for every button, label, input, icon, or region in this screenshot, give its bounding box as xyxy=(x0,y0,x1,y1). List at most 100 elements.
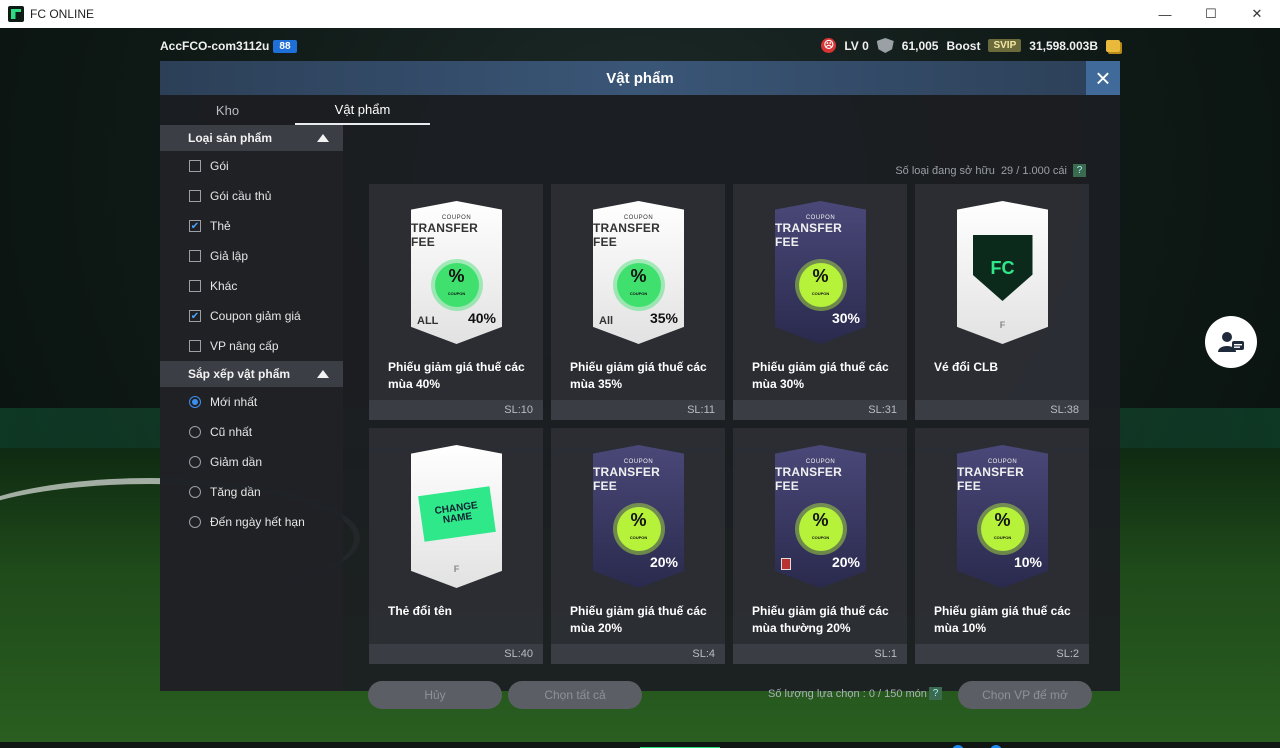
item-card[interactable]: COUPON TRANSFER FEE% COUPON All 35% Phiếu giả… xyxy=(551,184,725,420)
percent-coupon-icon: % COUPON xyxy=(616,507,661,551)
close-window-button[interactable]: ✕ xyxy=(1234,0,1280,28)
filter-option-label: Thẻ xyxy=(210,219,231,233)
bell-icon[interactable]: 🔔6 xyxy=(972,744,1010,748)
select-all-button[interactable]: Chọn tất cả xyxy=(508,681,642,709)
minimize-button[interactable]: — xyxy=(1142,0,1188,28)
radio-icon[interactable] xyxy=(189,426,201,438)
item-card[interactable]: COUPON TRANSFER FEE% COUPON ALL 40% Phiếu giả… xyxy=(369,184,543,420)
product-type-header[interactable]: Loại sản phẩm xyxy=(160,125,343,151)
mood-icon: ☹ xyxy=(821,38,837,53)
checkbox-icon[interactable] xyxy=(189,190,201,202)
maximize-button[interactable]: ☐ xyxy=(1188,0,1234,28)
coupon-title: TRANSFER FEE xyxy=(775,465,842,493)
item-card[interactable]: COUPON TRANSFER FEE% COUPON 20% Phiếu giảm g… xyxy=(551,428,725,664)
coupon-title: TRANSFER FEE xyxy=(411,221,478,249)
filter-option[interactable]: Giả lập xyxy=(160,241,343,271)
profile-icon[interactable]: 👤 xyxy=(1010,744,1048,748)
sort-option[interactable]: Cũ nhất xyxy=(160,417,343,447)
home-icon[interactable]: ⌂2 xyxy=(934,744,972,748)
discount-value: 10% xyxy=(1013,554,1042,570)
sort-option-label: Đến ngày hết hạn xyxy=(210,515,305,529)
discount-value: 20% xyxy=(831,554,860,570)
sort-option-label: Mới nhất xyxy=(210,395,258,409)
club-ticket-image: FC F xyxy=(957,201,1048,344)
item-name: Phiếu giảm giá thuế các mùa 30% xyxy=(752,360,889,391)
game-stage: AccFCO-com3112u 88 ☹ LV 0 61,005 Boost S… xyxy=(0,28,1280,748)
sort-option[interactable]: Giảm dần xyxy=(160,447,343,477)
radio-icon[interactable] xyxy=(189,456,201,468)
sort-option[interactable]: Đến ngày hết hạn xyxy=(160,507,343,537)
radio-icon[interactable] xyxy=(189,486,201,498)
chat-icon[interactable]: 💬 xyxy=(896,744,934,748)
sort-header[interactable]: Sắp xếp vật phẩm xyxy=(160,361,343,387)
item-quantity: SL:1 xyxy=(733,644,907,664)
fc-logo-icon: F xyxy=(999,320,1006,330)
tab-kho[interactable]: Kho xyxy=(160,95,295,125)
filter-option[interactable]: ✔ Coupon giảm giá xyxy=(160,301,343,331)
radio-selected-icon[interactable] xyxy=(189,396,201,408)
item-grid: COUPON TRANSFER FEE% COUPON ALL 40% Phiếu giả… xyxy=(369,184,1091,664)
item-quantity: SL:10 xyxy=(369,400,543,420)
coupon-card-image: COUPON TRANSFER FEE% COUPON 20% xyxy=(775,445,866,588)
item-quantity: SL:4 xyxy=(551,644,725,664)
item-card[interactable]: COUPON TRANSFER FEE% COUPON 20% Phiếu giảm g… xyxy=(733,428,907,664)
coupon-footer: All 35% xyxy=(593,310,684,327)
item-card[interactable]: COUPON TRANSFER FEE% COUPON 30% Phiếu giảm g… xyxy=(733,184,907,420)
checkbox-icon[interactable] xyxy=(189,250,201,262)
checkbox-icon[interactable] xyxy=(189,160,201,172)
close-modal-button[interactable]: × xyxy=(1086,61,1120,95)
selection-help-icon[interactable]: ? xyxy=(929,687,942,700)
checkbox-icon[interactable] xyxy=(189,340,201,352)
discount-value: 40% xyxy=(467,310,496,326)
settings-gear-icon[interactable]: ⚙ xyxy=(1048,744,1086,748)
item-quantity: SL:31 xyxy=(733,400,907,420)
all-class-tag: ALL xyxy=(417,315,439,327)
open-selected-button[interactable]: Chọn VP để mở xyxy=(958,681,1092,709)
item-quantity: SL:2 xyxy=(915,644,1089,664)
tab-vat-pham[interactable]: Vật phẩm xyxy=(295,95,430,125)
checkbox-checked-icon[interactable]: ✔ xyxy=(189,220,201,232)
lv-text: LV 0 xyxy=(844,38,869,53)
bottom-nav: Quản lý CTTrung tâm nhiệm vụPhòng thay đ… xyxy=(0,742,1280,748)
modal-tabs: Kho Vật phẩm xyxy=(160,95,1120,125)
discount-value: 30% xyxy=(831,310,860,326)
checkbox-icon[interactable] xyxy=(189,280,201,292)
coupon-card-image: COUPON TRANSFER FEE% COUPON 10% xyxy=(957,445,1048,588)
item-card[interactable]: FC F Vé đổi CLB SL:38 xyxy=(915,184,1089,420)
owned-label: Số loại đang sở hữu xyxy=(895,164,995,177)
radio-icon[interactable] xyxy=(189,516,201,528)
checkbox-checked-icon[interactable]: ✔ xyxy=(189,310,201,322)
boost-label: Boost xyxy=(946,38,981,53)
filter-option[interactable]: VP nâng cấp xyxy=(160,331,343,361)
support-chat-button[interactable] xyxy=(1205,316,1257,368)
filter-option[interactable]: ✔ Thẻ xyxy=(160,211,343,241)
item-quantity: SL:11 xyxy=(551,400,725,420)
username: AccFCO-com3112u xyxy=(160,39,270,53)
all-class-tag: All xyxy=(599,315,614,327)
filter-option[interactable]: Gói cầu thủ xyxy=(160,181,343,211)
owned-value: 29 / 1.000 cái xyxy=(1000,164,1067,177)
sort-option[interactable]: Mới nhất xyxy=(160,387,343,417)
sort-option[interactable]: Tăng dần xyxy=(160,477,343,507)
balance-value: 31,598.003B xyxy=(1029,38,1098,53)
percent-coupon-icon: % COUPON xyxy=(616,263,661,307)
cancel-button[interactable]: Hủy xyxy=(368,681,502,709)
hud-stats: ☹ LV 0 61,005 Boost SVIP 31,598.003B xyxy=(821,38,1120,53)
app-logo-icon xyxy=(8,6,24,22)
shield-icon xyxy=(876,38,894,53)
filter-option[interactable]: Gói xyxy=(160,151,343,181)
svip-badge: SVIP xyxy=(988,39,1022,52)
item-card[interactable]: COUPON TRANSFER FEE% COUPON 10% Phiếu giảm g… xyxy=(915,428,1089,664)
help-icon[interactable]: ? xyxy=(1073,164,1086,177)
window-controls: — ☐ ✕ xyxy=(1142,0,1280,28)
hud-user: AccFCO-com3112u 88 xyxy=(160,39,297,53)
item-card[interactable]: CHANGE NAME F Thẻ đổi tên SL:40 xyxy=(369,428,543,664)
item-name: Thẻ đổi tên xyxy=(388,604,452,618)
item-name: Phiếu giảm giá thuế các mùa 35% xyxy=(570,360,707,391)
percent-coupon-icon: % COUPON xyxy=(798,507,843,551)
filter-option-label: Coupon giảm giá xyxy=(210,309,301,323)
item-name: Vé đổi CLB xyxy=(934,360,999,374)
filter-option-label: Khác xyxy=(210,279,238,293)
filter-option[interactable]: Khác xyxy=(160,271,343,301)
item-name: Phiếu giảm giá thuế các mùa 10% xyxy=(934,604,1071,635)
